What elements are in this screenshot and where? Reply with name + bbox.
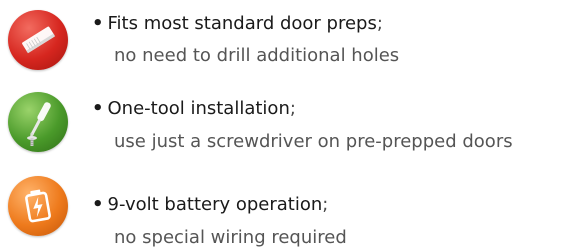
bullet: • — [92, 98, 104, 119]
feature-title-line: • Fits most standard door preps; — [92, 13, 383, 35]
door-prep-icon — [8, 10, 68, 70]
bullet: • — [92, 13, 104, 34]
feature-item-battery: • 9-volt battery operation; no special wi… — [0, 168, 586, 248]
feature-item-one-tool: • One-tool installation; use just a screw… — [0, 84, 586, 164]
separator: ; — [289, 98, 296, 119]
separator: ; — [376, 13, 383, 34]
feature-item-door-preps: • Fits most standard door preps; no need … — [0, 0, 586, 80]
separator: ; — [322, 194, 329, 215]
battery-icon — [8, 176, 68, 236]
feature-title: One-tool installation — [107, 98, 290, 119]
feature-detail: no need to drill additional holes — [114, 45, 400, 66]
feature-detail: no special wiring required — [114, 227, 347, 248]
feature-title: 9-volt battery operation — [107, 194, 323, 215]
bullet: • — [92, 194, 104, 215]
feature-title: Fits most standard door preps — [107, 13, 377, 34]
feature-title-line: • One-tool installation; — [92, 98, 296, 120]
feature-detail: use just a screwdriver on pre-prepped do… — [114, 131, 513, 152]
feature-title-line: • 9-volt battery operation; — [92, 194, 328, 216]
screwdriver-icon — [8, 92, 68, 152]
